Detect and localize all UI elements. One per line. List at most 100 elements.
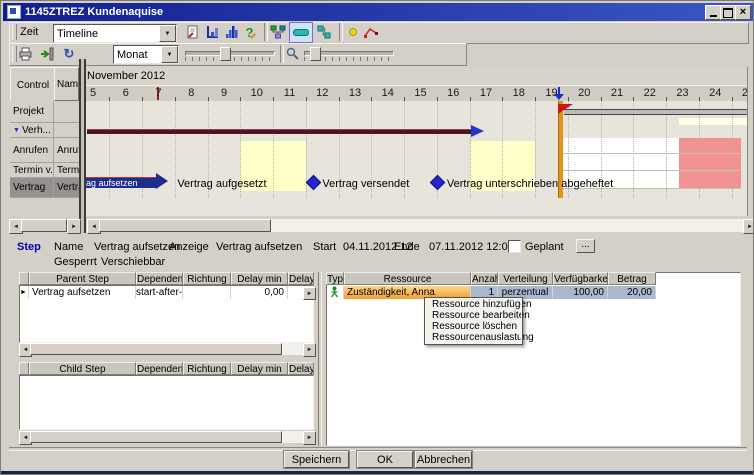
resource-header-3[interactable]: Verteilung [498, 272, 553, 285]
footer-button-speichern[interactable]: Speichern [284, 451, 349, 468]
name-value[interactable]: Vertrag aufsetzen [94, 241, 180, 253]
resource-cell-4: 100,00 [553, 286, 608, 299]
geplant-checkbox[interactable] [508, 240, 521, 253]
view-combobox-arrow[interactable]: ▼ [159, 25, 176, 42]
title-bar[interactable]: 1145ZTREZ Kundenaquise [3, 3, 753, 21]
parent-step-row[interactable]: ►Vertrag aufsetzenstart-after-...0,00 [19, 286, 312, 299]
left-scrollbar-thumb[interactable] [21, 219, 67, 232]
menu-item[interactable]: Ressource hinzufügen [425, 299, 522, 310]
parent-cell-1: Vertrag aufsetzen [29, 286, 136, 299]
report-button[interactable] [183, 23, 203, 41]
gantt-row-verh[interactable]: ▼Verh... [10, 123, 79, 138]
minimize-button[interactable] [705, 5, 721, 20]
maximize-button[interactable] [720, 5, 736, 20]
child-hscroll-thumb[interactable] [30, 431, 282, 443]
child-header-1[interactable]: Child Step [29, 362, 136, 375]
window-title: 1145ZTREZ Kundenaquise [25, 6, 163, 18]
view-combobox[interactable]: Timeline ▼ [53, 24, 177, 43]
gantt-splitter[interactable] [79, 59, 86, 233]
bar-chart-icon [205, 24, 221, 40]
parent-table-scroll-right[interactable]: ► [303, 287, 316, 300]
menu-item[interactable]: Ressource löschen [425, 321, 522, 332]
left-scrollbar-right-arrow[interactable]: ► [67, 219, 81, 234]
window-bottom-edge [1, 471, 754, 475]
parent-hscroll-right-arrow[interactable]: ► [303, 343, 316, 357]
resource-header-1[interactable]: Ressource [344, 272, 471, 285]
close-button[interactable]: × [735, 5, 751, 20]
print-button[interactable] [15, 45, 35, 63]
refresh-button[interactable]: ↻ [59, 45, 79, 63]
timeline-scrollbar-thumb[interactable] [99, 219, 271, 232]
parent-header-1[interactable]: Parent Step [29, 272, 136, 285]
task-bar[interactable]: ag aufsetzen [83, 177, 157, 188]
toolbar-grip[interactable] [12, 24, 17, 40]
more-button[interactable]: ... [576, 239, 595, 253]
bar-chart-button[interactable] [203, 23, 223, 41]
anzeige-value[interactable]: Vertrag aufsetzen [216, 241, 302, 253]
menu-item[interactable]: Ressource bearbeiten [425, 310, 522, 321]
tables-divider[interactable] [318, 272, 322, 446]
child-hscroll-track[interactable] [282, 431, 303, 443]
footer-button-ok[interactable]: OK [357, 451, 413, 468]
parent-header-2[interactable]: Dependency [136, 272, 183, 285]
menu-item[interactable]: Ressourcenauslastung [425, 332, 522, 343]
resource-header-0[interactable]: Typ [326, 272, 344, 285]
scale-slider-thumb[interactable] [220, 47, 231, 61]
timeline-scrollbar-right-arrow[interactable]: ► [743, 219, 754, 234]
gantt-row-vertrag[interactable]: VertragVertrag [10, 178, 79, 198]
zoom-slider-thumb[interactable] [310, 47, 321, 61]
link-nodes-icon [316, 24, 332, 40]
scale-combobox-arrow[interactable]: ▼ [161, 46, 178, 63]
ende-value[interactable]: 07.11.2012 12:00 [429, 241, 514, 253]
critical-path-button[interactable] [361, 23, 381, 41]
task-bar-arrowhead[interactable] [156, 173, 168, 189]
application-window: 1145ZTREZ Kundenaquise × Zeit Timeline ▼… [0, 0, 754, 475]
child-header-2[interactable]: Dependency [136, 362, 183, 375]
gantt-row-projekt[interactable]: Projekt [10, 101, 79, 123]
child-header-3[interactable]: Richtung [183, 362, 231, 375]
control-column-header[interactable]: Control [10, 67, 56, 103]
gantt-right-border [747, 67, 748, 216]
milestone-diamond[interactable] [306, 175, 322, 191]
gantt-row-terminv[interactable]: Termin v...Termin v... [10, 163, 79, 178]
histogram-button[interactable] [222, 23, 242, 41]
project-summary-line[interactable] [564, 109, 747, 115]
timeline-bar-icon [293, 29, 309, 36]
timeline-view-button[interactable] [289, 22, 313, 43]
link-nodes-button[interactable] [314, 23, 334, 41]
resource-header-4[interactable]: Verfügbarkei... [553, 272, 608, 285]
parent-header-5[interactable]: Delay [288, 272, 314, 285]
child-table-body[interactable] [19, 375, 314, 430]
expand-icon[interactable]: ▼ [13, 127, 20, 134]
child-header-0[interactable] [19, 362, 29, 375]
parent-hscroll-thumb[interactable] [30, 343, 282, 355]
marker-dot-button[interactable] [343, 23, 363, 41]
child-hscroll-right-arrow[interactable]: ► [303, 431, 316, 445]
scale-combobox[interactable]: Monat ▼ [113, 45, 179, 64]
name-column-header[interactable]: Name [54, 67, 79, 101]
parent-header-3[interactable]: Richtung [183, 272, 231, 285]
help-edit-button[interactable]: ? [241, 23, 261, 41]
gantt-row-anrufen[interactable]: AnrufenAnrufen [10, 138, 79, 163]
day-label: 19 [536, 87, 568, 99]
chevron-down-icon: ▼ [165, 31, 171, 37]
anzeige-label: Anzeige [169, 241, 209, 253]
child-header-5[interactable]: Delay [288, 362, 314, 375]
day-label: 13 [339, 87, 371, 99]
footer-button-abbrechen[interactable]: Abbrechen [415, 451, 472, 468]
resource-header-2[interactable]: Anzahl [471, 272, 498, 285]
org-chart-button[interactable] [268, 23, 288, 41]
child-header-4[interactable]: Delay min [231, 362, 288, 375]
resource-header-5[interactable]: Betrag [608, 272, 656, 285]
parent-hscroll-track[interactable] [282, 343, 303, 355]
phase-summary-bar[interactable] [87, 129, 471, 134]
export-button[interactable] [37, 45, 57, 63]
parent-header-4[interactable]: Delay min [231, 272, 288, 285]
scale-combobox-value: Monat [114, 49, 161, 61]
milestone-label: Vertrag aufgesetzt [177, 178, 266, 190]
parent-header-0[interactable] [19, 272, 29, 285]
day-label: 9 [208, 87, 240, 99]
gesperrt-label: Gesperrt [54, 256, 97, 268]
milestone-diamond[interactable] [430, 175, 446, 191]
gantt-row-name-cell [54, 101, 79, 122]
